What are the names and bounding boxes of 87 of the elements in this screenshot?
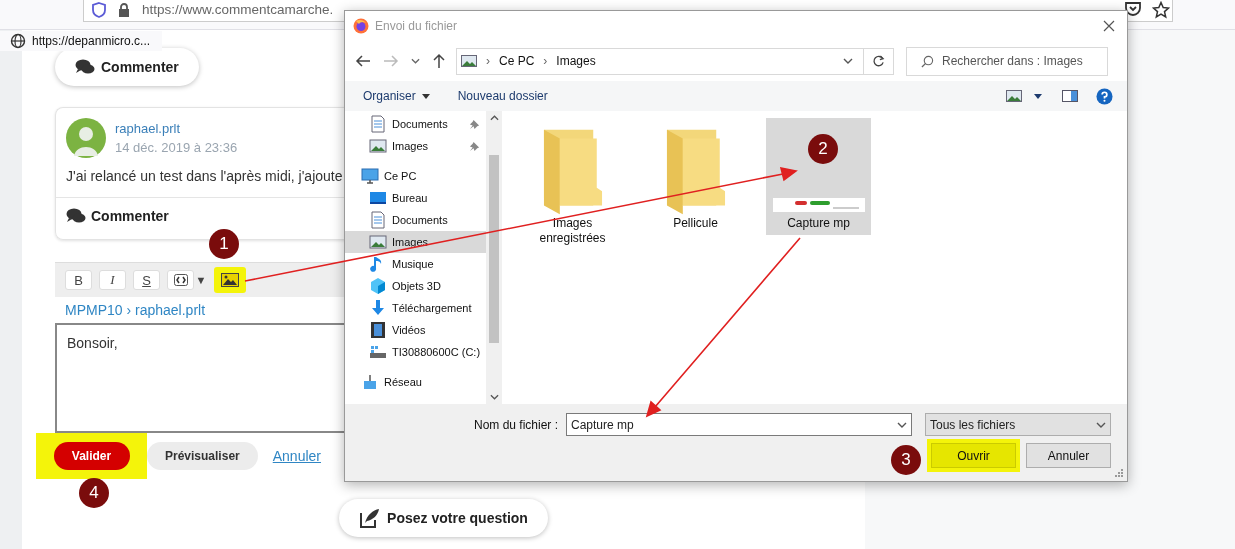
preview-pane-icon[interactable] <box>1062 90 1078 102</box>
chevron-down-icon[interactable] <box>411 58 420 64</box>
new-folder-button[interactable]: Nouveau dossier <box>449 89 556 103</box>
documents-icon <box>369 211 387 229</box>
comment-button[interactable]: Commenter <box>55 48 199 86</box>
cancel-button[interactable]: Annuler <box>1026 443 1111 468</box>
filename-field[interactable]: Capture mp <box>566 413 912 436</box>
file-type-dropdown[interactable]: Tous les fichiers <box>925 413 1111 436</box>
comment-button[interactable]: Commenter <box>66 208 169 224</box>
path-segment[interactable]: Images <box>556 54 596 68</box>
documents-icon <box>369 115 387 133</box>
star-icon[interactable] <box>1152 1 1170 19</box>
submit-button[interactable]: Valider <box>53 442 130 470</box>
search-icon <box>921 54 934 68</box>
caret-icon[interactable] <box>1034 93 1042 99</box>
caret-icon <box>421 93 430 99</box>
up-arrow-icon[interactable] <box>432 53 446 69</box>
globe-icon <box>10 33 26 49</box>
image-icon <box>221 273 239 287</box>
pictures-icon <box>461 55 477 67</box>
organize-menu[interactable]: Organiser <box>355 89 438 103</box>
scrollbar-thumb[interactable] <box>489 154 499 343</box>
pin-icon[interactable] <box>469 140 480 152</box>
downloads-icon <box>369 299 387 317</box>
filename-label: Nom du fichier : <box>473 417 558 432</box>
scroll-up-icon[interactable] <box>489 115 499 121</box>
ask-question-button[interactable]: Posez votre question <box>339 499 548 537</box>
sidebar-item[interactable]: Ce PC <box>345 165 486 187</box>
italic-button[interactable]: I <box>99 270 126 290</box>
strike-button[interactable]: S <box>133 270 160 290</box>
close-icon[interactable] <box>1103 20 1115 32</box>
back-icon[interactable] <box>355 54 371 68</box>
view-icon[interactable] <box>1006 90 1022 102</box>
shield-icon <box>92 1 106 18</box>
drive-icon <box>369 343 387 361</box>
help-icon[interactable] <box>1096 87 1113 105</box>
sidebar-item[interactable]: Musique <box>345 253 486 275</box>
folder-icon <box>541 128 604 216</box>
avatar <box>66 118 106 158</box>
chevron-down-icon <box>897 421 907 428</box>
chevron-down-icon[interactable] <box>843 58 853 64</box>
scroll-down-icon[interactable] <box>489 394 499 400</box>
post-date: 14 déc. 2019 à 23:36 <box>115 140 238 155</box>
image-button[interactable] <box>214 267 246 293</box>
code-icon <box>173 274 188 286</box>
scrollbar[interactable] <box>486 111 502 404</box>
chat-icon <box>66 208 86 224</box>
desktop-icon <box>369 189 387 207</box>
file-item[interactable]: Images enregistrées <box>520 118 625 250</box>
sidebar-item[interactable]: Objets 3D <box>345 275 486 297</box>
resize-grip-icon[interactable] <box>1114 468 1124 478</box>
search-field[interactable]: Rechercher dans : Images <box>906 46 1108 76</box>
cancel-link[interactable]: Annuler <box>272 448 321 464</box>
firefox-icon <box>353 18 369 34</box>
quill-icon <box>359 507 382 529</box>
preview-button[interactable]: Prévisualiser <box>147 442 258 470</box>
sidebar-item[interactable]: Documents <box>345 209 486 231</box>
pin-icon[interactable] <box>469 118 480 130</box>
url-text: https://www.commentcamarche. <box>142 2 334 17</box>
path-separator: › <box>543 54 548 68</box>
bold-button[interactable]: B <box>65 270 92 290</box>
link-preview-text: https://depanmicro.c... <box>32 34 151 48</box>
videos-icon <box>369 321 387 339</box>
folder-icon <box>664 128 727 216</box>
path-segment[interactable]: Ce PC <box>499 54 535 68</box>
sidebar-item[interactable]: Images <box>345 135 486 157</box>
chat-icon <box>75 59 95 75</box>
path-field[interactable]: › Ce PC › Images <box>456 47 864 75</box>
dropdown-button[interactable]: ▼ <box>195 270 207 290</box>
sidebar-item[interactable]: Documents <box>345 113 486 135</box>
network-icon <box>361 373 379 391</box>
chevron-down-icon <box>1096 421 1106 428</box>
pc-icon <box>361 167 379 185</box>
path-separator: › <box>486 54 490 68</box>
sidebar-item[interactable]: Bureau <box>345 187 486 209</box>
refresh-button[interactable] <box>864 47 894 75</box>
images-icon <box>369 233 387 251</box>
post-text: J'ai relancé un test dans l'après midi, j'ajoute <box>65 167 344 184</box>
dialog-title: Envoi du fichier <box>375 19 458 33</box>
pocket-icon[interactable] <box>1124 1 1142 17</box>
lock-icon <box>118 2 130 17</box>
objects3d-icon <box>369 277 387 295</box>
refresh-icon <box>872 54 885 68</box>
code-button[interactable] <box>167 270 194 290</box>
file-item[interactable]: Pellicule <box>643 118 748 235</box>
author-link[interactable]: raphael.prlt <box>115 121 238 136</box>
images-icon <box>369 137 387 155</box>
